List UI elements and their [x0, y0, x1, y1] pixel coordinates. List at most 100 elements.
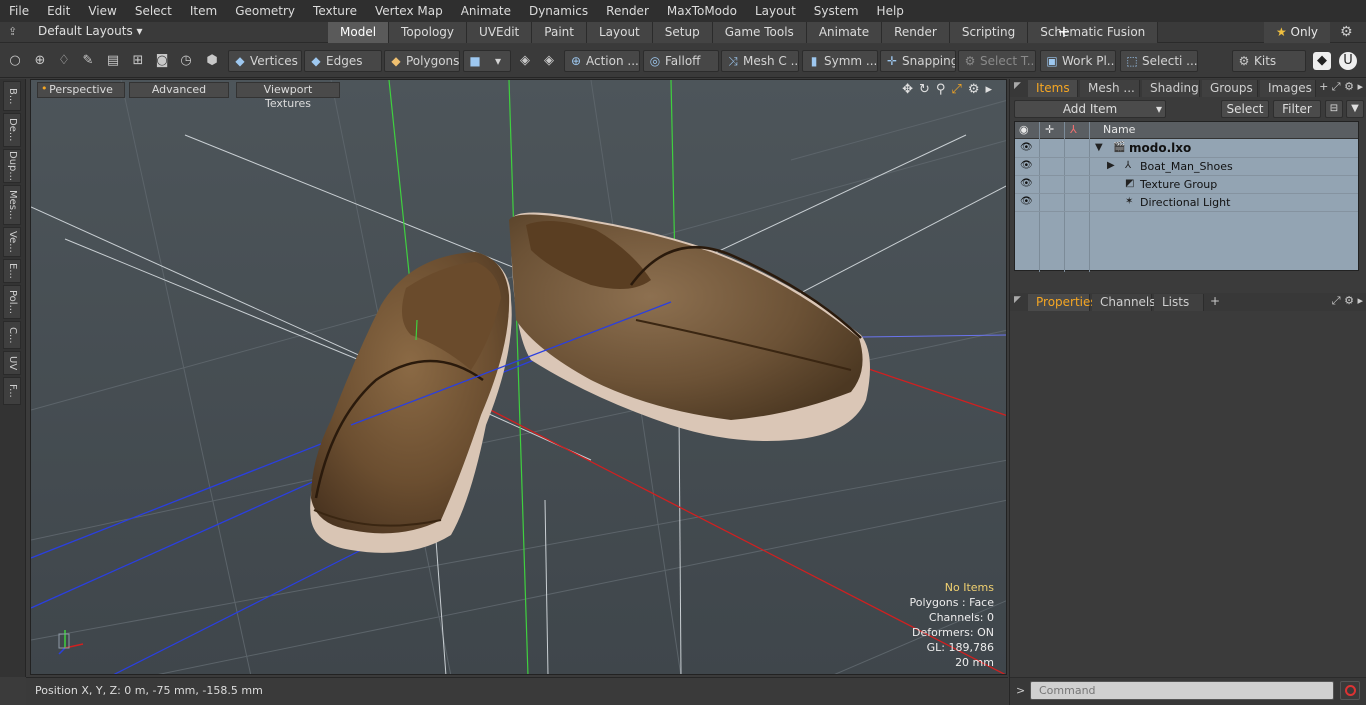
- panel-menu-icon[interactable]: ◤: [1014, 295, 1021, 305]
- menu-edit[interactable]: Edit: [38, 0, 79, 22]
- tab-shading[interactable]: Shading: [1142, 80, 1200, 97]
- timer-icon[interactable]: ◷: [177, 52, 195, 70]
- tree-row-mesh[interactable]: 👁 ▶ ⅄ Boat_Man_Shoes: [1015, 158, 1358, 176]
- item-mode-icon[interactable]: ⬢: [203, 52, 221, 70]
- visibility-eye-icon[interactable]: 👁: [1020, 142, 1033, 153]
- tree-row-texture-group[interactable]: 👁 ◩ Texture Group: [1015, 176, 1358, 194]
- tab-topology[interactable]: Topology: [389, 22, 468, 43]
- advanced-button[interactable]: Advanced: [129, 82, 229, 98]
- tab-layout[interactable]: Layout: [586, 22, 653, 43]
- menu-dynamics[interactable]: Dynamics: [520, 0, 597, 22]
- layout-switch-icon[interactable]: ⇪: [8, 25, 22, 39]
- maximize-icon[interactable]: ⤢: [1332, 294, 1341, 307]
- action-button[interactable]: ⊕ Action ...: [564, 50, 640, 72]
- globe-icon[interactable]: ⊕: [31, 52, 49, 70]
- visibility-eye-icon[interactable]: 👁: [1020, 196, 1033, 207]
- tab-fusion[interactable]: F...: [3, 377, 21, 405]
- panel-menu-icon[interactable]: ◤: [1014, 81, 1021, 91]
- tab-edge[interactable]: E...: [3, 259, 21, 283]
- falloff-button[interactable]: ◎ Falloff: [643, 50, 719, 72]
- symmetry-button[interactable]: ▮ Symm ...: [802, 50, 878, 72]
- tab-vertex[interactable]: Ve...: [3, 227, 21, 257]
- viewport-settings-icon[interactable]: ⚙: [968, 82, 980, 97]
- tab-render[interactable]: Render: [882, 22, 950, 43]
- select-button[interactable]: Select: [1221, 100, 1269, 118]
- tab-mesh-edit[interactable]: Mes...: [3, 185, 21, 225]
- menu-file[interactable]: File: [0, 0, 38, 22]
- viewport-textures-button[interactable]: Viewport Textures: [236, 82, 340, 110]
- tab-images[interactable]: Images: [1260, 80, 1316, 97]
- shield-alt-icon[interactable]: ◈: [540, 52, 558, 70]
- fit-icon[interactable]: ⤢: [951, 82, 961, 97]
- tab-curve[interactable]: C...: [3, 321, 21, 349]
- add-item-button[interactable]: Add Item ▾: [1014, 100, 1166, 118]
- only-toggle[interactable]: ★ Only: [1264, 22, 1330, 43]
- add-tab-icon[interactable]: +: [1210, 294, 1220, 308]
- tab-duplicate[interactable]: Dup...: [3, 149, 21, 183]
- visibility-eye-icon[interactable]: 👁: [1020, 178, 1033, 189]
- filter-icon[interactable]: ▼: [1346, 100, 1364, 118]
- vertices-button[interactable]: ◆ Vertices: [228, 50, 302, 72]
- add-tab-icon[interactable]: +: [1319, 80, 1328, 93]
- tab-schematic-fusion[interactable]: Schematic Fusion: [1028, 22, 1159, 43]
- menu-help[interactable]: Help: [868, 0, 913, 22]
- menu-layout[interactable]: Layout: [746, 0, 805, 22]
- tab-polygon[interactable]: Pol...: [3, 285, 21, 319]
- menu-render[interactable]: Render: [597, 0, 658, 22]
- tab-scripting[interactable]: Scripting: [949, 22, 1029, 43]
- menu-animate[interactable]: Animate: [452, 0, 520, 22]
- record-macro-button[interactable]: [1340, 681, 1360, 700]
- layouts-dropdown[interactable]: Default Layouts ▾: [38, 24, 143, 38]
- tab-animate[interactable]: Animate: [806, 22, 883, 43]
- polygons-button[interactable]: ◆ Polygons: [384, 50, 460, 72]
- tab-properties[interactable]: Properties: [1028, 294, 1097, 311]
- expand-icon[interactable]: ▸: [1357, 294, 1363, 307]
- center-icon[interactable]: ⊞: [129, 52, 147, 70]
- tab-uvedit[interactable]: UVEdit: [467, 22, 533, 43]
- pan-icon[interactable]: ✥: [902, 82, 913, 97]
- pen-icon[interactable]: ♢: [55, 52, 73, 70]
- gear-icon[interactable]: ⚙: [1344, 80, 1354, 93]
- menu-item[interactable]: Item: [181, 0, 226, 22]
- tab-mesh[interactable]: Mesh ...: [1080, 80, 1140, 97]
- tab-setup[interactable]: Setup: [652, 22, 713, 43]
- tree-row-light[interactable]: 👁 ✶ Directional Light: [1015, 194, 1358, 212]
- add-tab-icon[interactable]: +: [1056, 22, 1072, 43]
- tab-groups[interactable]: Groups: [1202, 80, 1258, 97]
- menu-view[interactable]: View: [79, 0, 125, 22]
- tab-items[interactable]: Items: [1028, 80, 1078, 97]
- filter-button[interactable]: Filter: [1273, 100, 1321, 118]
- work-plane-button[interactable]: ▣ Work Pl...: [1040, 50, 1116, 72]
- menu-select[interactable]: Select: [126, 0, 181, 22]
- kits-button[interactable]: ⚙ Kits: [1232, 50, 1306, 72]
- tab-game-tools[interactable]: Game Tools: [712, 22, 807, 43]
- unity-icon[interactable]: ◆: [1313, 52, 1331, 70]
- circle-select-icon[interactable]: ○: [6, 52, 24, 70]
- expand-icon[interactable]: ▸: [985, 82, 992, 97]
- align-icon[interactable]: ▤: [104, 52, 122, 70]
- expand-icon[interactable]: ▸: [1357, 80, 1363, 93]
- command-input[interactable]: Command: [1030, 681, 1334, 700]
- brush-icon[interactable]: ✎: [79, 52, 97, 70]
- name-column-header[interactable]: Name: [1103, 123, 1135, 136]
- unreal-icon[interactable]: U: [1339, 52, 1357, 70]
- maximize-icon[interactable]: ⤢: [1332, 80, 1341, 93]
- gear-icon[interactable]: ⚙: [1340, 24, 1353, 40]
- visibility-eye-icon[interactable]: 👁: [1020, 160, 1033, 171]
- expand-arrow-icon[interactable]: ▼: [1095, 142, 1103, 153]
- tab-uv[interactable]: UV: [3, 351, 21, 375]
- menu-texture[interactable]: Texture: [304, 0, 366, 22]
- menu-maxtomodo[interactable]: MaxToModo: [658, 0, 746, 22]
- 3d-viewport[interactable]: • Perspective Advanced Viewport Textures …: [30, 79, 1007, 675]
- tree-row-scene[interactable]: 👁 ▼ 🎬 modo.lxo: [1015, 140, 1358, 158]
- edges-button[interactable]: ◆ Edges: [304, 50, 382, 72]
- select-through-button[interactable]: ⚙ Select T...: [958, 50, 1036, 72]
- tab-deform[interactable]: De...: [3, 113, 21, 147]
- expand-arrow-icon[interactable]: ▶: [1107, 160, 1115, 171]
- collapse-icon[interactable]: ⊟: [1325, 100, 1343, 118]
- tab-model[interactable]: Model: [328, 22, 390, 43]
- rotate-icon[interactable]: ↻: [919, 82, 930, 97]
- gear-icon[interactable]: ⚙: [1344, 294, 1354, 307]
- tab-channels[interactable]: Channels: [1092, 294, 1156, 311]
- frame-icon[interactable]: ◙: [153, 52, 171, 70]
